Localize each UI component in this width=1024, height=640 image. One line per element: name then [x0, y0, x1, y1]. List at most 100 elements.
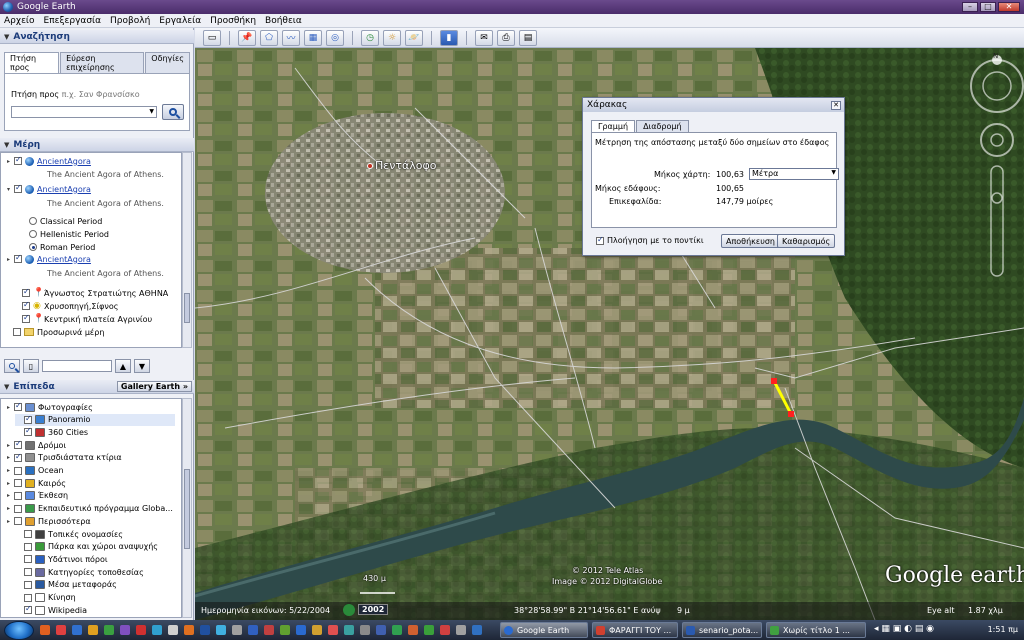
checkbox[interactable]: [14, 491, 22, 500]
layer-item[interactable]: ▸ Περισσότερα: [5, 515, 91, 527]
checkbox[interactable]: [24, 604, 32, 615]
mouse-nav-checkbox[interactable]: [596, 235, 604, 245]
expand-arrow-icon[interactable]: ▸: [5, 480, 12, 487]
menu-view[interactable]: Προβολή: [110, 16, 150, 26]
record-tour-button[interactable]: ◎: [326, 29, 344, 46]
layer-item[interactable]: Πάρκα και χώροι αναψυχής: [15, 541, 158, 553]
dropdown-arrow-icon[interactable]: ▼: [149, 108, 154, 115]
collapse-triangle-icon[interactable]: ▼: [4, 33, 9, 41]
place-link[interactable]: AncientAgora: [37, 255, 91, 264]
quicklaunch-icon[interactable]: [104, 625, 114, 635]
checkbox[interactable]: [24, 426, 32, 437]
checkbox[interactable]: [24, 593, 32, 602]
quicklaunch-icon[interactable]: [88, 625, 98, 635]
planet-switch-button[interactable]: 🪐: [405, 29, 423, 46]
list-item[interactable]: ▸ AncientAgora: [5, 253, 91, 265]
historical-imagery-icon[interactable]: [343, 604, 355, 616]
checkbox[interactable]: [14, 479, 22, 488]
place-link[interactable]: AncientAgora: [37, 157, 91, 166]
quicklaunch-icon[interactable]: [168, 625, 178, 635]
quicklaunch-icon[interactable]: [408, 625, 418, 635]
place-link[interactable]: AncientAgora: [37, 185, 91, 194]
quicklaunch-icon[interactable]: [232, 625, 242, 635]
ruler-button[interactable]: ▮: [440, 29, 458, 46]
quicklaunch-icon[interactable]: [312, 625, 322, 635]
close-icon[interactable]: ✕: [998, 2, 1020, 12]
task-document[interactable]: ΦΑΡΑΓΓΙ ΤΟΥ ...: [592, 622, 678, 638]
clear-button[interactable]: Καθαρισμός: [777, 234, 836, 248]
quicklaunch-icon[interactable]: [40, 625, 50, 635]
tab-path[interactable]: Διαδρομή: [636, 120, 689, 132]
expand-arrow-icon[interactable]: ▸: [5, 404, 12, 411]
search-places-button[interactable]: [4, 359, 20, 373]
list-item[interactable]: 📍 Κεντρική πλατεία Αγρινίου: [22, 313, 152, 325]
quicklaunch-icon[interactable]: [296, 625, 306, 635]
checkbox[interactable]: [14, 452, 22, 462]
quicklaunch-icon[interactable]: [440, 625, 450, 635]
quicklaunch-icon[interactable]: [344, 625, 354, 635]
google-maps-button[interactable]: ▤: [519, 29, 537, 46]
layers-scrollbar[interactable]: [182, 398, 192, 618]
tab-find-business[interactable]: Εύρεση επιχείρησης: [60, 52, 145, 73]
quicklaunch-icon[interactable]: [328, 625, 338, 635]
layer-item[interactable]: Τοπικές ονομασίες: [15, 528, 123, 540]
expand-arrow-icon[interactable]: ▸: [5, 505, 12, 512]
tab-directions[interactable]: Οδηγίες: [145, 52, 190, 73]
list-item[interactable]: Προσωρινά μέρη: [13, 326, 104, 338]
close-icon[interactable]: ✕: [831, 100, 841, 110]
layer-item[interactable]: Μέσα μεταφοράς: [15, 579, 117, 591]
ruler-title-bar[interactable]: Χάρακας ✕: [583, 98, 844, 112]
expand-arrow-icon[interactable]: ▾: [5, 186, 12, 193]
checkbox[interactable]: [13, 328, 21, 336]
task-scenario[interactable]: senario_pota...: [682, 622, 762, 638]
collapse-triangle-icon[interactable]: ▼: [4, 141, 9, 149]
expand-arrow-icon[interactable]: ▸: [5, 518, 12, 525]
quicklaunch-icon[interactable]: [360, 625, 370, 635]
add-image-overlay-button[interactable]: ▦: [304, 29, 322, 46]
email-button[interactable]: ✉: [475, 29, 493, 46]
checkbox[interactable]: [24, 555, 32, 564]
expand-arrow-icon[interactable]: ▸: [5, 492, 12, 499]
menu-file[interactable]: Αρχείο: [4, 16, 35, 26]
checkbox[interactable]: [14, 155, 22, 165]
quicklaunch-icon[interactable]: [136, 625, 146, 635]
layer-item[interactable]: ▸ Καιρός: [5, 477, 66, 489]
list-item[interactable]: Classical Period: [29, 215, 102, 227]
checkbox[interactable]: [24, 542, 32, 551]
tray-icons[interactable]: ◂ ▦ ▣ ◐ ▤ ◉: [874, 624, 934, 634]
menu-help[interactable]: Βοήθεια: [265, 16, 302, 26]
quicklaunch-icon[interactable]: [152, 625, 162, 635]
checkbox[interactable]: [14, 183, 22, 193]
layer-item[interactable]: ▸ Τρισδιάστατα κτίρια: [5, 452, 122, 464]
quicklaunch-icon[interactable]: [248, 625, 258, 635]
move-down-button[interactable]: ▼: [134, 359, 150, 373]
layer-item[interactable]: 360 Cities: [15, 426, 88, 438]
layers-header[interactable]: ▼ Επίπεδα Gallery Earth »: [0, 380, 194, 394]
expand-arrow-icon[interactable]: ▸: [5, 158, 12, 165]
layer-item[interactable]: ▸ Δρόμοι: [5, 439, 66, 451]
layer-item[interactable]: ▸ Ocean: [5, 465, 64, 477]
scrollbar-thumb[interactable]: [184, 469, 190, 549]
historical-imagery-button[interactable]: ◷: [361, 29, 379, 46]
task-google-earth[interactable]: Google Earth: [500, 622, 588, 638]
radio-button[interactable]: [29, 243, 37, 251]
checkbox[interactable]: [24, 530, 32, 538]
expand-arrow-icon[interactable]: ▸: [5, 467, 12, 474]
sunlight-button[interactable]: ☼: [383, 29, 401, 46]
layer-item[interactable]: ▸ Έκθεση: [5, 490, 68, 502]
list-item[interactable]: ▸ AncientAgora: [5, 155, 91, 167]
quicklaunch-icon[interactable]: [376, 625, 386, 635]
radio-button[interactable]: [29, 217, 37, 225]
expand-arrow-icon[interactable]: ▸: [5, 442, 12, 449]
quicklaunch-icon[interactable]: [424, 625, 434, 635]
scrollbar-thumb[interactable]: [184, 293, 190, 323]
tab-fly-to[interactable]: Πτήση προς: [4, 52, 60, 73]
quicklaunch-icon[interactable]: [56, 625, 66, 635]
quicklaunch-icon[interactable]: [456, 625, 466, 635]
checkbox[interactable]: [14, 504, 22, 513]
list-item[interactable]: 📍 Άγνωστος Στρατιώτης ΑΘΗΝΑ: [22, 287, 168, 299]
checkbox[interactable]: [14, 517, 22, 526]
chevron-down-icon[interactable]: ▼: [831, 169, 836, 176]
list-item[interactable]: ▾ AncientAgora: [5, 183, 91, 195]
compass-north-icon[interactable]: N: [993, 52, 998, 60]
